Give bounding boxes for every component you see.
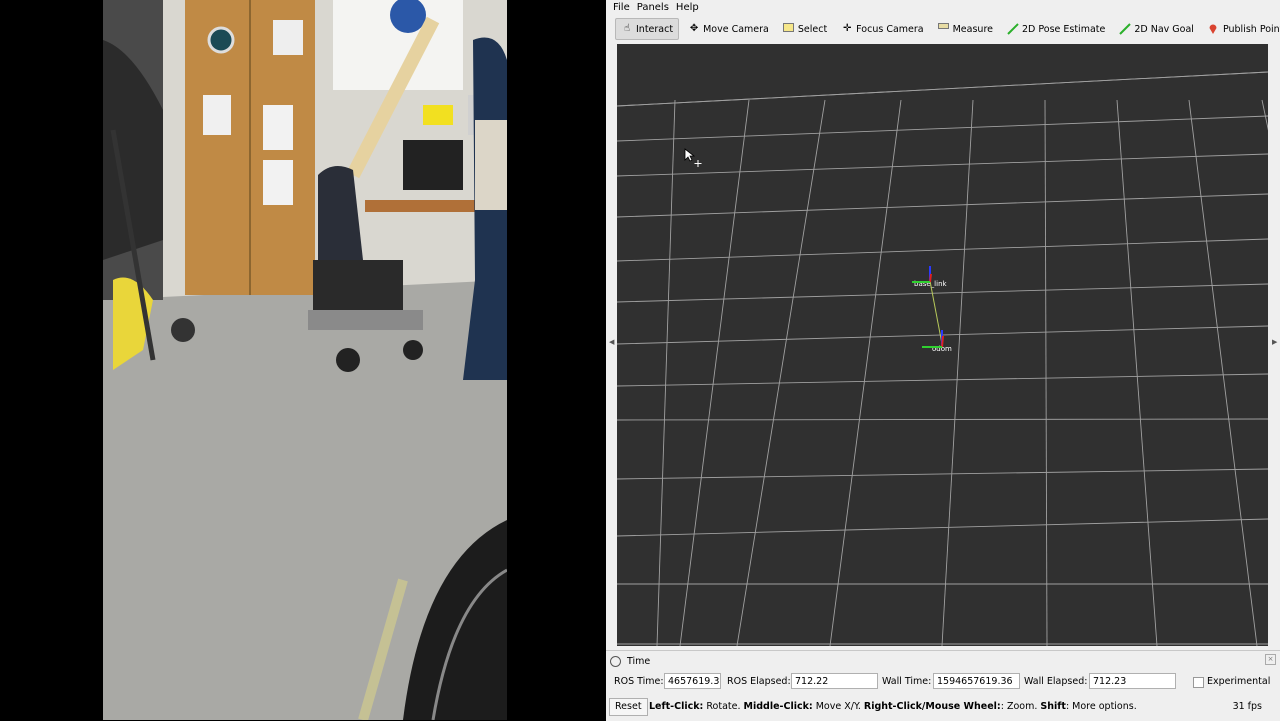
pose-estimate-tool-button[interactable]: 2D Pose Estimate <box>1002 19 1110 39</box>
collapse-right-dock-icon[interactable]: ▶ <box>1272 338 1277 346</box>
ros-time-label: ROS Time: <box>614 676 664 687</box>
left-click-key: Left-Click: <box>649 701 704 712</box>
middle-click-key: Middle-Click: <box>743 701 813 712</box>
measure-tool-button[interactable]: Measure <box>933 19 998 39</box>
ros-elapsed-label: ROS Elapsed: <box>727 676 791 687</box>
shift-key: Shift <box>1040 701 1066 712</box>
time-panel-header: Time <box>610 654 650 668</box>
wall-time-field[interactable]: 1594657619.36 <box>933 673 1020 689</box>
mouse-hint-text: Left-Click: Rotate. Middle-Click: Move X… <box>649 701 1137 712</box>
ros-elapsed-field[interactable]: 712.22 <box>791 673 878 689</box>
map-pin-icon <box>1208 23 1220 35</box>
right-click-desc: : Zoom. <box>1000 701 1041 712</box>
select-tool-button[interactable]: Select <box>778 19 832 39</box>
right-click-key: Right-Click/Mouse Wheel: <box>863 701 1001 712</box>
mouse-cursor-icon <box>684 148 702 167</box>
collapse-left-dock-icon[interactable]: ◀ <box>609 338 614 346</box>
wall-time-label: Wall Time: <box>882 676 932 687</box>
ros-time-field[interactable]: 4657619.33 <box>664 673 721 689</box>
tf-link-line <box>929 280 943 345</box>
experimental-label: Experimental <box>1207 676 1271 687</box>
lab-scene-image <box>103 0 507 720</box>
focus-camera-label: Focus Camera <box>856 23 924 35</box>
hand-icon: ☝ <box>623 23 631 34</box>
fps-counter: 31 fps <box>1232 701 1262 712</box>
nav-goal-label: 2D Nav Goal <box>1134 23 1194 35</box>
select-label: Select <box>797 23 828 35</box>
3d-render-viewport[interactable]: base_link odom <box>617 44 1268 646</box>
publish-point-tool-button[interactable]: Publish Point <box>1203 19 1280 39</box>
menu-help[interactable]: Help <box>676 2 699 13</box>
move-arrows-icon: ✥ <box>689 23 699 34</box>
pose-estimate-label: 2D Pose Estimate <box>1021 23 1106 35</box>
crosshair-icon: ✛ <box>842 23 852 34</box>
interact-label: Interact <box>636 23 674 35</box>
nav-goal-tool-button[interactable]: 2D Nav Goal <box>1114 19 1199 39</box>
green-arrow-icon <box>1119 23 1132 35</box>
select-box-icon <box>782 23 795 35</box>
focus-camera-tool-button[interactable]: ✛ Focus Camera <box>836 19 928 39</box>
rviz-window: File Panels Help ☝ Interact ✥ Move Camer… <box>606 0 1280 721</box>
move-camera-tool-button[interactable]: ✥ Move Camera <box>683 19 774 39</box>
camera-video-feed <box>103 0 507 720</box>
base-link-x-axis <box>929 273 932 283</box>
middle-click-desc: Move X/Y. <box>812 701 864 712</box>
tools-toolbar: ☝ Interact ✥ Move Camera Select ✛ Focus … <box>606 17 1280 41</box>
menu-panels[interactable]: Panels <box>637 2 669 13</box>
experimental-checkbox[interactable] <box>1193 677 1204 688</box>
tf-frames <box>912 266 944 348</box>
time-panel-title: Time <box>627 655 651 667</box>
menu-file[interactable]: File <box>613 2 630 13</box>
close-icon[interactable]: × <box>1265 654 1276 665</box>
left-click-desc: Rotate. <box>703 701 744 712</box>
wall-elapsed-field[interactable]: 712.23 <box>1089 673 1176 689</box>
measure-label: Measure <box>952 23 993 35</box>
ruler-icon <box>937 23 950 35</box>
status-bar: Reset Left-Click: Rotate. Middle-Click: … <box>606 696 1280 718</box>
menu-bar: File Panels Help <box>606 0 1280 15</box>
time-panel: Time × ROS Time: 4657619.33 ROS Elapsed:… <box>606 650 1280 721</box>
interact-tool-button[interactable]: ☝ Interact <box>615 18 680 40</box>
time-values-row: ROS Time: 4657619.33 ROS Elapsed: 712.22… <box>606 673 1280 691</box>
odom-x-axis <box>941 335 944 348</box>
wall-elapsed-label: Wall Elapsed: <box>1024 676 1088 687</box>
reset-button[interactable]: Reset <box>609 698 648 716</box>
green-arrow-icon <box>1007 23 1019 35</box>
clock-icon <box>610 655 621 667</box>
publish-point-label: Publish Point <box>1222 23 1280 35</box>
shift-desc: : More options. <box>1065 701 1137 712</box>
move-camera-label: Move Camera <box>703 23 769 35</box>
